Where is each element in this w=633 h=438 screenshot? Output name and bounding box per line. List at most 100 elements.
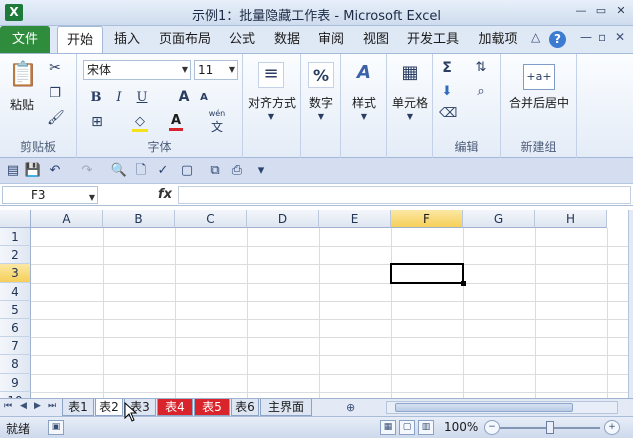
row-header-5[interactable]: 5 <box>0 300 31 319</box>
italic-button[interactable]: I <box>112 90 126 105</box>
merge-center-icon[interactable]: +a+ <box>523 64 555 90</box>
horizontal-scroll-thumb[interactable] <box>395 403 573 412</box>
minimize-button[interactable]: — <box>573 3 589 19</box>
row-header-6[interactable]: 6 <box>0 319 31 338</box>
camera-icon[interactable]: ⧉ <box>206 162 224 180</box>
last-sheet-icon[interactable]: ⏭ <box>48 401 56 411</box>
find-select-icon[interactable]: ⌕ <box>471 84 491 99</box>
insert-sheet-icon[interactable]: ⊕ <box>346 401 355 414</box>
undo-icon[interactable]: ↶ <box>46 162 64 180</box>
column-header-b[interactable]: B <box>103 210 175 228</box>
align-icon[interactable]: ≡ <box>258 62 284 88</box>
next-sheet-icon[interactable]: ▶ <box>34 401 41 411</box>
border-icon[interactable]: ⊞ <box>89 114 105 130</box>
formula-input[interactable] <box>178 186 631 204</box>
tab-home[interactable]: 开始 <box>57 26 103 53</box>
tab-page-layout[interactable]: 页面布局 <box>152 26 218 53</box>
sheet-tab-6[interactable]: 表6 <box>231 399 259 416</box>
customize-toolbar-icon[interactable]: ▾ <box>252 162 270 180</box>
active-cell[interactable] <box>390 263 464 284</box>
clear-icon[interactable]: ⌫ <box>439 106 457 121</box>
column-header-a[interactable]: A <box>31 210 103 228</box>
cells-button[interactable]: 单元格 <box>387 94 433 111</box>
column-header-g[interactable]: G <box>463 210 535 228</box>
vertical-scrollbar[interactable] <box>628 210 633 398</box>
number-format-button[interactable]: 数字 <box>301 94 341 111</box>
ribbon-collapse-icon[interactable]: △ <box>531 30 540 44</box>
font-name-select[interactable]: 宋体 ▼ <box>83 60 191 80</box>
format-painter-icon[interactable]: 🖌 <box>47 110 65 126</box>
row-header-4[interactable]: 4 <box>0 282 31 301</box>
column-header-h[interactable]: H <box>535 210 607 228</box>
font-size-select[interactable]: 11 ▼ <box>194 60 238 80</box>
shape-icon[interactable]: ▢ <box>178 162 196 180</box>
column-header-e[interactable]: E <box>319 210 391 228</box>
sheet-tab-2[interactable]: 表2 <box>95 399 123 416</box>
percent-icon[interactable]: % <box>308 62 334 88</box>
page-break-view-icon[interactable]: ▥ <box>418 420 434 435</box>
tab-data[interactable]: 数据 <box>267 26 307 53</box>
styles-button[interactable]: 样式 <box>341 94 387 111</box>
tab-review[interactable]: 审阅 <box>311 26 351 53</box>
shrink-font-button[interactable]: A <box>198 92 210 103</box>
ribbon-close-icon[interactable]: ✕ <box>615 30 625 44</box>
first-sheet-icon[interactable]: ⏮ <box>4 401 12 411</box>
horizontal-scrollbar[interactable] <box>386 401 618 414</box>
sheet-tab-4[interactable]: 表4 <box>157 399 193 416</box>
grow-font-button[interactable]: A <box>177 89 191 105</box>
print-preview-icon[interactable]: 🔍 <box>110 162 128 180</box>
phonetic-guide-button[interactable]: 文 <box>207 118 227 135</box>
tab-developer[interactable]: 开发工具 <box>400 26 466 53</box>
name-box[interactable]: F3 ▼ <box>2 186 98 204</box>
cut-icon[interactable]: ✂ <box>47 60 63 76</box>
fill-handle[interactable] <box>461 280 466 286</box>
bold-button[interactable]: B <box>89 90 103 105</box>
close-button[interactable]: ✕ <box>613 3 629 19</box>
fill-color-icon[interactable]: ◇ <box>132 114 148 132</box>
row-header-8[interactable]: 8 <box>0 355 31 374</box>
redo-icon[interactable]: ↷ <box>78 162 96 180</box>
sheet-tab-7[interactable]: 主界面 <box>260 399 312 416</box>
zoom-slider-knob[interactable] <box>546 421 554 434</box>
paste-button[interactable]: 粘贴 <box>6 96 38 113</box>
help-icon[interactable]: ? <box>549 31 566 48</box>
ribbon-minimize-icon[interactable]: — <box>580 30 592 44</box>
font-color-icon[interactable]: A <box>169 113 183 131</box>
styles-icon[interactable]: A <box>351 62 377 88</box>
save-icon[interactable]: 💾 <box>24 162 42 180</box>
macro-record-icon[interactable]: ▣ <box>48 420 64 435</box>
sheet-tab-5[interactable]: 表5 <box>194 399 230 416</box>
sheet-tab-1[interactable]: 表1 <box>62 399 94 416</box>
fill-icon[interactable]: ⬇ <box>439 84 455 99</box>
tab-formulas[interactable]: 公式 <box>222 26 262 53</box>
paste-icon[interactable]: 📋 <box>8 60 38 90</box>
tab-addins[interactable]: 加载项 <box>470 26 526 53</box>
zoom-out-icon[interactable]: − <box>484 420 500 435</box>
printer-icon[interactable]: ⎙ <box>228 162 246 180</box>
underline-button[interactable]: U <box>135 90 149 105</box>
normal-view-icon[interactable]: ▦ <box>380 420 396 435</box>
macro-icon[interactable]: ▤ <box>4 162 22 180</box>
insert-function-icon[interactable]: fx <box>158 187 172 202</box>
ribbon-restore-icon[interactable]: ▫ <box>598 30 606 44</box>
zoom-level[interactable]: 100% <box>444 420 478 434</box>
column-header-f[interactable]: F <box>391 210 463 228</box>
alignment-button[interactable]: 对齐方式 <box>243 94 301 111</box>
row-header-1[interactable]: 1 <box>0 228 31 247</box>
row-header-7[interactable]: 7 <box>0 337 31 356</box>
merge-center-button[interactable]: 合并后居中 <box>501 94 577 111</box>
restore-button[interactable]: ▭ <box>593 3 609 19</box>
sort-filter-icon[interactable]: ⇅ <box>471 60 491 75</box>
column-header-c[interactable]: C <box>175 210 247 228</box>
row-header-2[interactable]: 2 <box>0 246 31 265</box>
new-document-icon[interactable]: 🗋 <box>132 162 150 180</box>
autosum-button[interactable]: Σ <box>439 60 455 76</box>
row-header-3[interactable]: 3 <box>0 264 31 283</box>
row-header-9[interactable]: 9 <box>0 373 31 392</box>
prev-sheet-icon[interactable]: ◀ <box>20 401 27 411</box>
select-all-corner[interactable] <box>0 210 31 228</box>
tab-view[interactable]: 视图 <box>356 26 396 53</box>
check-icon[interactable]: ✓ <box>154 162 172 180</box>
column-header-d[interactable]: D <box>247 210 319 228</box>
tab-insert[interactable]: 插入 <box>107 26 147 53</box>
